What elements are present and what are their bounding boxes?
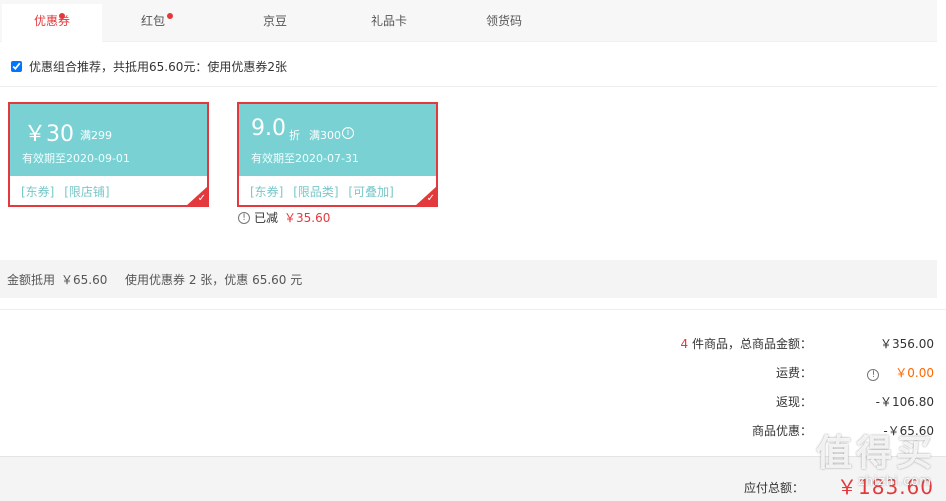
coupon-tags: [东券] [限品类] [可叠加]: [250, 183, 400, 200]
coupon-condition: 满300: [309, 129, 341, 142]
coupon-tag: [东券]: [21, 185, 55, 199]
item-count: 4: [680, 337, 689, 351]
reduced-value: ￥35.60: [284, 211, 331, 225]
tab-label: 红包: [140, 14, 165, 28]
check-icon: ✓: [426, 193, 435, 204]
tab-gift-card[interactable]: 礼品卡: [352, 4, 426, 42]
coupon-card[interactable]: 9.0 折 满300 i 有效期至2020-07-31 [东券] [限品类] […: [237, 102, 438, 207]
tab-red-packet[interactable]: 红包: [116, 4, 190, 42]
cashback-label: 返现：: [775, 395, 812, 409]
coupon-unit: 折: [289, 129, 300, 142]
notification-dot: [59, 13, 65, 19]
watermark-url: zhizhi.com: [858, 474, 932, 488]
tab-label: 礼品卡: [370, 14, 407, 28]
payable-footer: 应付总额： ￥183.60: [0, 456, 946, 501]
coupon-condition: 满299: [80, 129, 112, 142]
coupon-header: 9.0 折 满300 i 有效期至2020-07-31: [239, 104, 436, 176]
coupon-tag: [限品类]: [293, 185, 339, 199]
tab-label: 京豆: [262, 14, 287, 28]
info-icon[interactable]: i: [342, 127, 354, 139]
summary-value: ￥65.60: [61, 273, 108, 287]
summary-label: 金额抵用: [7, 273, 56, 287]
goods-total-label: 4 件商品，总商品金额：: [680, 337, 812, 351]
coupon-amount: ￥30: [24, 122, 74, 147]
freight-label: 运费：: [775, 366, 812, 380]
coupon-tabbar: 优惠券 红包 京豆 礼品卡 领货码: [0, 0, 937, 42]
check-icon: ✓: [197, 193, 206, 204]
freight-value: ￥0.00: [895, 366, 934, 380]
divider: [0, 309, 946, 310]
coupon-reduced: ! 已减 ￥35.60: [238, 209, 330, 226]
combo-text: 优惠组合推荐，共抵用65.60元：使用优惠券2张: [29, 59, 287, 74]
coupon-validity: 有效期至2020-09-01: [22, 152, 130, 165]
notification-dot: [167, 13, 173, 19]
combo-recommendation[interactable]: 优惠组合推荐，共抵用65.60元：使用优惠券2张: [11, 58, 287, 74]
coupon-header: ￥30 满299 有效期至2020-09-01: [10, 104, 207, 176]
tab-coupons[interactable]: 优惠券: [2, 4, 102, 42]
divider: [0, 86, 937, 87]
coupon-amount: 9.0: [251, 116, 286, 141]
coupon-tags: [东券] [限店铺]: [21, 183, 116, 200]
summary-text: 使用优惠券 2 张，优惠 65.60 元: [125, 273, 303, 287]
goods-total-value: ￥356.00: [880, 337, 934, 351]
payable-label: 应付总额：: [743, 481, 804, 495]
coupon-validity: 有效期至2020-07-31: [251, 152, 359, 165]
coupon-tag: [限店铺]: [64, 185, 110, 199]
info-icon[interactable]: !: [867, 369, 880, 381]
info-icon[interactable]: !: [238, 211, 250, 224]
tab-jd-beans[interactable]: 京豆: [238, 4, 312, 42]
coupon-tag: [可叠加]: [348, 185, 394, 199]
product-discount-label: 商品优惠：: [751, 424, 812, 438]
combo-checkbox[interactable]: [11, 60, 22, 72]
tab-label: 领货码: [485, 14, 522, 28]
reduced-label: 已减: [254, 211, 279, 225]
tab-pickup-code[interactable]: 领货码: [467, 4, 541, 42]
discount-summary: 金额抵用 ￥65.60 使用优惠券 2 张，优惠 65.60 元: [0, 260, 937, 298]
cashback-value: -￥106.80: [875, 395, 934, 409]
coupon-tag: [东券]: [250, 185, 284, 199]
coupon-card[interactable]: ￥30 满299 有效期至2020-09-01 [东券] [限店铺] ✓: [8, 102, 209, 207]
freight-value-row: ! ￥0.00: [867, 364, 934, 381]
watermark-logo: 值得买: [815, 433, 936, 474]
